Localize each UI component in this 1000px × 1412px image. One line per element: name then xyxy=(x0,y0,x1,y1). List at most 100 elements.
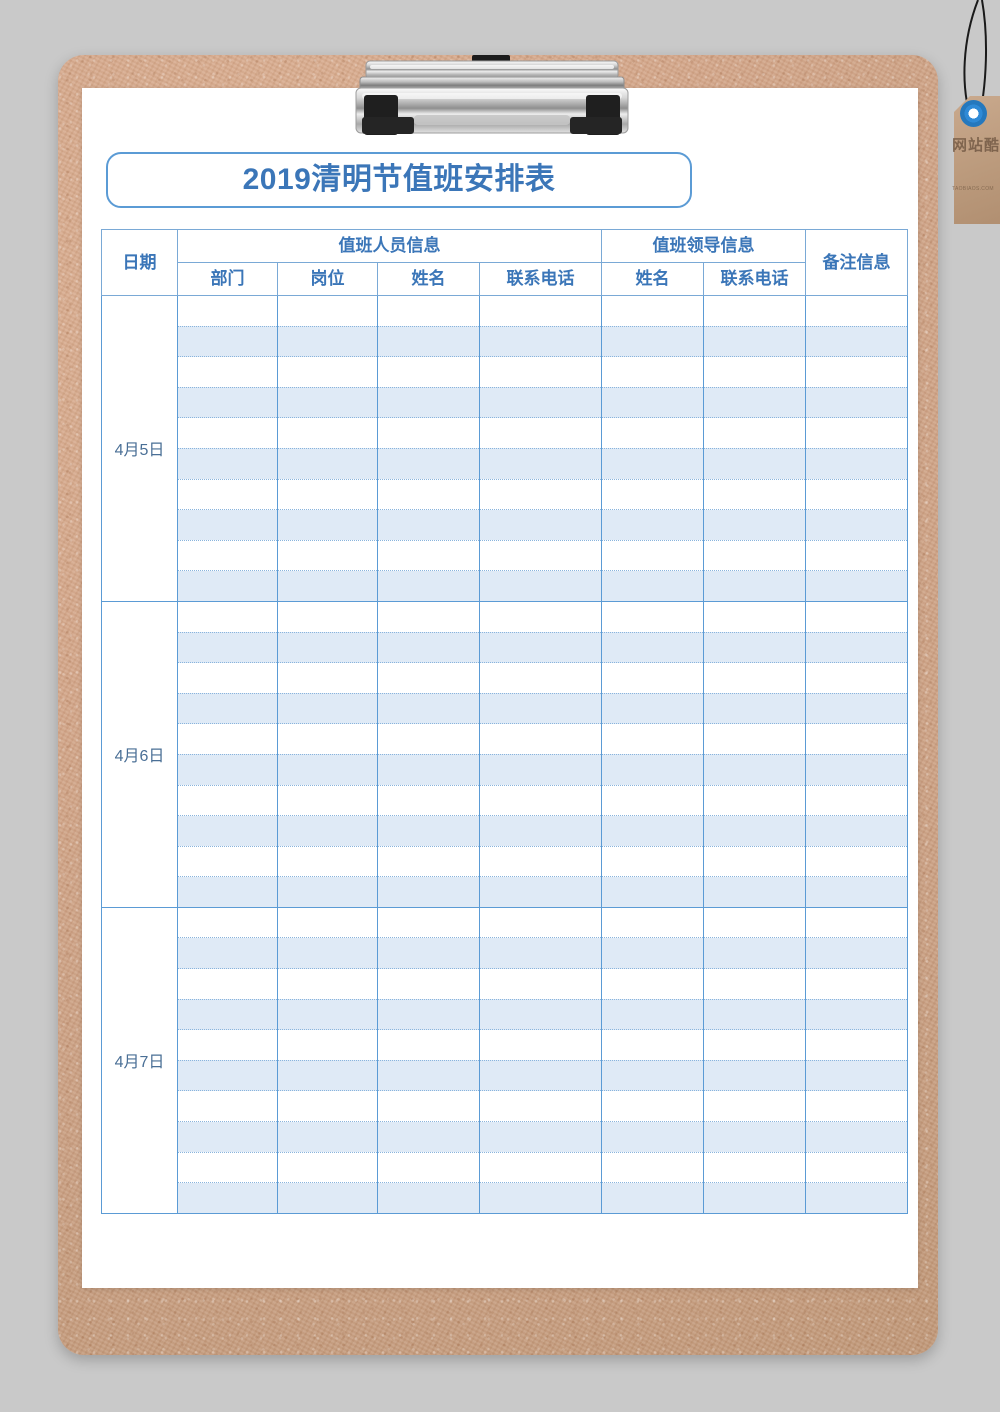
table-row[interactable] xyxy=(102,1121,908,1153)
data-cell[interactable] xyxy=(601,753,704,786)
data-cell[interactable] xyxy=(479,1182,602,1214)
data-cell[interactable] xyxy=(703,1090,806,1123)
data-cell[interactable] xyxy=(479,937,602,970)
data-cell[interactable] xyxy=(703,723,806,755)
data-cell[interactable] xyxy=(703,968,806,1000)
data-cell[interactable] xyxy=(703,937,806,970)
data-cell[interactable] xyxy=(703,1059,806,1092)
data-cell[interactable] xyxy=(377,600,480,633)
data-cell[interactable] xyxy=(703,356,806,388)
data-cell[interactable] xyxy=(805,815,908,847)
data-cell[interactable] xyxy=(377,447,480,480)
table-row[interactable] xyxy=(102,356,908,388)
data-cell[interactable] xyxy=(805,478,908,511)
data-cell[interactable] xyxy=(479,386,602,419)
data-cell[interactable] xyxy=(805,631,908,664)
data-cell[interactable] xyxy=(277,723,378,755)
data-cell[interactable] xyxy=(377,356,480,388)
data-cell[interactable] xyxy=(805,876,908,908)
data-cell[interactable] xyxy=(177,1059,278,1092)
data-cell[interactable] xyxy=(805,295,908,327)
data-cell[interactable] xyxy=(805,1059,908,1092)
data-cell[interactable] xyxy=(703,539,806,572)
data-cell[interactable] xyxy=(377,295,480,327)
table-row[interactable] xyxy=(102,1090,908,1123)
data-cell[interactable] xyxy=(805,906,908,939)
table-row[interactable] xyxy=(102,386,908,419)
data-cell[interactable] xyxy=(177,753,278,786)
data-cell[interactable] xyxy=(277,1029,378,1061)
data-cell[interactable] xyxy=(479,1029,602,1061)
data-cell[interactable] xyxy=(377,1121,480,1153)
data-cell[interactable] xyxy=(177,845,278,878)
data-cell[interactable] xyxy=(277,631,378,664)
data-cell[interactable] xyxy=(277,386,378,419)
data-cell[interactable] xyxy=(277,1090,378,1123)
table-row[interactable] xyxy=(102,417,908,449)
data-cell[interactable] xyxy=(177,600,278,633)
data-cell[interactable] xyxy=(277,325,378,358)
data-cell[interactable] xyxy=(703,509,806,541)
data-cell[interactable] xyxy=(479,356,602,388)
data-cell[interactable] xyxy=(277,356,378,388)
data-cell[interactable] xyxy=(177,815,278,847)
data-cell[interactable] xyxy=(703,1121,806,1153)
data-cell[interactable] xyxy=(177,478,278,511)
data-cell[interactable] xyxy=(601,509,704,541)
data-cell[interactable] xyxy=(377,509,480,541)
data-cell[interactable] xyxy=(177,723,278,755)
data-cell[interactable] xyxy=(479,600,602,633)
date-cell[interactable]: 4月7日 xyxy=(101,906,178,1214)
data-cell[interactable] xyxy=(479,662,602,694)
data-cell[interactable] xyxy=(377,1059,480,1092)
data-cell[interactable] xyxy=(703,662,806,694)
data-cell[interactable] xyxy=(703,845,806,878)
data-cell[interactable] xyxy=(377,570,480,602)
data-cell[interactable] xyxy=(805,1090,908,1123)
data-cell[interactable] xyxy=(177,968,278,1000)
data-cell[interactable] xyxy=(377,906,480,939)
data-cell[interactable] xyxy=(479,906,602,939)
data-cell[interactable] xyxy=(479,1059,602,1092)
data-cell[interactable] xyxy=(277,753,378,786)
data-cell[interactable] xyxy=(277,1182,378,1214)
data-cell[interactable] xyxy=(601,295,704,327)
data-cell[interactable] xyxy=(277,845,378,878)
data-cell[interactable] xyxy=(277,815,378,847)
data-cell[interactable] xyxy=(703,906,806,939)
data-cell[interactable] xyxy=(479,998,602,1031)
table-row[interactable] xyxy=(102,631,908,664)
data-cell[interactable] xyxy=(805,509,908,541)
data-cell[interactable] xyxy=(805,723,908,755)
data-cell[interactable] xyxy=(177,295,278,327)
data-cell[interactable] xyxy=(805,386,908,419)
data-cell[interactable] xyxy=(703,447,806,480)
data-cell[interactable] xyxy=(479,539,602,572)
data-cell[interactable] xyxy=(277,295,378,327)
data-cell[interactable] xyxy=(601,478,704,511)
data-cell[interactable] xyxy=(703,1182,806,1214)
data-cell[interactable] xyxy=(703,570,806,602)
data-cell[interactable] xyxy=(377,1182,480,1214)
data-cell[interactable] xyxy=(703,784,806,817)
data-cell[interactable] xyxy=(805,1029,908,1061)
data-cell[interactable] xyxy=(805,356,908,388)
data-cell[interactable] xyxy=(177,784,278,817)
table-row[interactable] xyxy=(102,478,908,511)
data-cell[interactable] xyxy=(479,1121,602,1153)
data-cell[interactable] xyxy=(177,356,278,388)
data-cell[interactable] xyxy=(601,1029,704,1061)
data-cell[interactable] xyxy=(805,1182,908,1214)
clipboard-clip[interactable] xyxy=(348,55,636,140)
table-row[interactable] xyxy=(102,876,908,908)
data-cell[interactable] xyxy=(805,937,908,970)
data-cell[interactable] xyxy=(601,1121,704,1153)
data-cell[interactable] xyxy=(805,417,908,449)
data-cell[interactable] xyxy=(377,692,480,725)
data-cell[interactable] xyxy=(177,539,278,572)
data-cell[interactable] xyxy=(277,600,378,633)
data-cell[interactable] xyxy=(479,815,602,847)
data-cell[interactable] xyxy=(177,570,278,602)
date-cell[interactable]: 4月5日 xyxy=(101,295,178,602)
table-row[interactable] xyxy=(102,509,908,541)
